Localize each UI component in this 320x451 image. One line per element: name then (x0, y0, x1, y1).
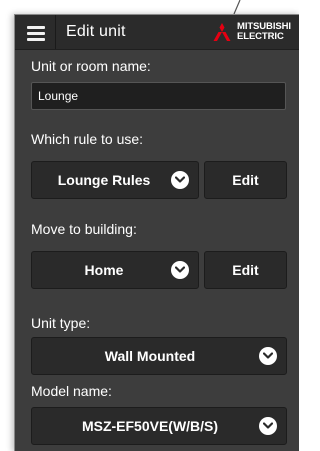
chevron-down-icon (259, 417, 277, 435)
page-title: Edit unit (66, 23, 126, 40)
background-line (233, 0, 241, 14)
building-label: Move to building: (31, 221, 137, 237)
model-name-select[interactable]: MSZ-EF50VE(W/B/S) (31, 407, 287, 445)
app-screen: Edit unit MITSUBISHI ELECTRIC Unit or ro… (0, 0, 299, 451)
model-name-select-value: MSZ-EF50VE(W/B/S) (81, 418, 219, 434)
header-divider (55, 15, 56, 49)
chevron-down-icon (259, 347, 277, 365)
rule-label: Which rule to use: (31, 131, 144, 147)
unit-name-label: Unit or room name: (31, 58, 151, 74)
building-select[interactable]: Home (31, 251, 199, 289)
mitsubishi-electric-logo: MITSUBISHI ELECTRIC (209, 21, 297, 43)
building-select-value: Home (84, 262, 124, 278)
unit-type-select-value: Wall Mounted (104, 348, 196, 364)
edit-rule-button[interactable]: Edit (204, 161, 287, 199)
hamburger-menu-icon[interactable] (21, 20, 53, 46)
brand-name: MITSUBISHI ELECTRIC (237, 22, 291, 41)
edit-unit-panel: Edit unit MITSUBISHI ELECTRIC Unit or ro… (14, 14, 299, 451)
edit-building-button[interactable]: Edit (204, 251, 287, 289)
header-bar: Edit unit MITSUBISHI ELECTRIC (15, 15, 299, 50)
unit-type-label: Unit type: (31, 315, 91, 331)
three-diamonds-logo-icon (213, 23, 231, 41)
chevron-down-icon (171, 261, 189, 279)
unit-name-input[interactable] (31, 82, 286, 110)
rule-select[interactable]: Lounge Rules (31, 161, 199, 199)
model-name-label: Model name: (31, 383, 112, 399)
brand-name-line2: ELECTRIC (237, 30, 284, 42)
chevron-down-icon (171, 171, 189, 189)
rule-select-value: Lounge Rules (57, 172, 151, 188)
unit-type-select[interactable]: Wall Mounted (31, 337, 287, 375)
